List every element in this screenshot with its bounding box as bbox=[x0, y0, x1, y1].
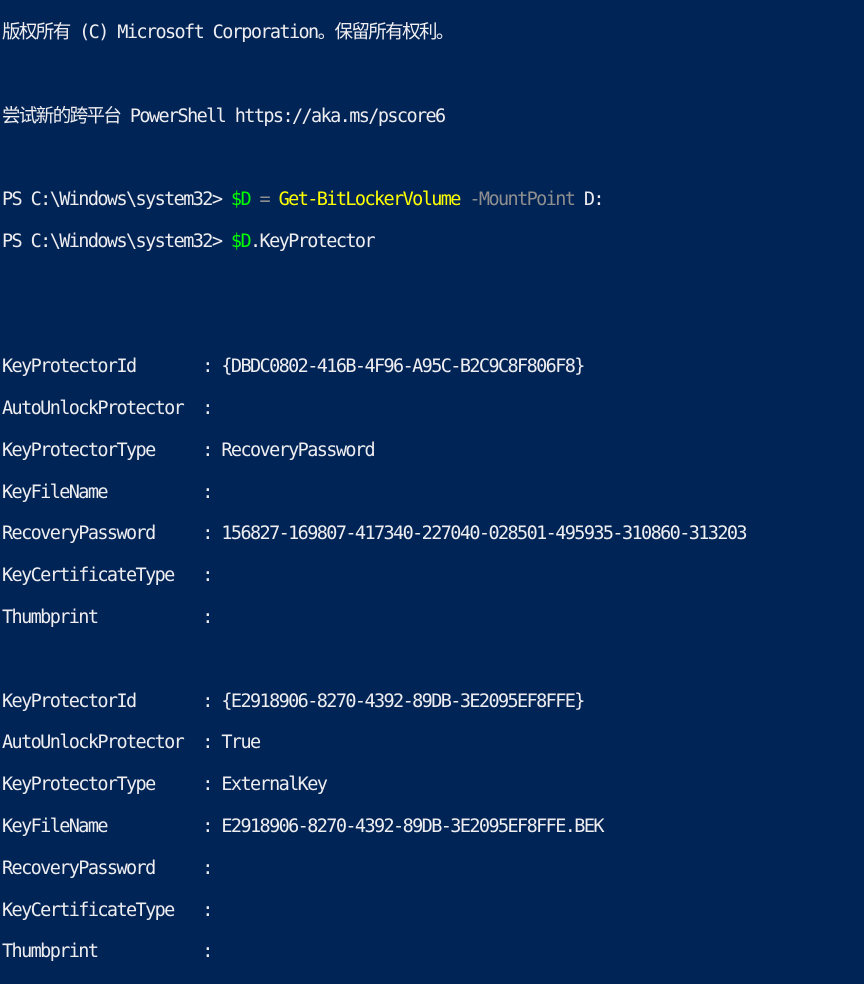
property-value: RecoveryPassword bbox=[221, 439, 375, 461]
variable-token: $D bbox=[230, 189, 252, 211]
property-label: KeyProtectorType : bbox=[2, 439, 222, 461]
property-label: Thumbprint : bbox=[2, 607, 222, 629]
output-row: KeyProtectorType : RecoveryPassword bbox=[2, 439, 864, 462]
command-line-1: PS C:\Windows\system32> $D = Get-BitLock… bbox=[2, 189, 864, 211]
property-label: KeyProtectorId : bbox=[2, 690, 222, 712]
property-label: KeyFileName : bbox=[2, 481, 222, 503]
output-row: RecoveryPassword : bbox=[2, 857, 864, 880]
output-row: KeyCertificateType : bbox=[2, 899, 864, 922]
property-label: RecoveryPassword : bbox=[2, 857, 222, 879]
operator-token: = bbox=[250, 189, 279, 211]
property-label: AutoUnlockProtector : bbox=[2, 732, 222, 754]
try-new-powershell-line: 尝试新的跨平台 PowerShell https://aka.ms/pscore… bbox=[2, 105, 446, 127]
output-row: KeyProtectorId : {DBDC0802-416B-4F96-A95… bbox=[2, 356, 864, 378]
property-label: KeyProtectorId : bbox=[2, 356, 222, 378]
output-row: AutoUnlockProtector : True bbox=[2, 733, 864, 754]
variable-token: $D bbox=[230, 230, 252, 252]
property-value: {E2918906-8270-4392-89DB-3E2095EF8FFE} bbox=[221, 690, 585, 712]
property-value: True bbox=[221, 732, 261, 754]
property-label: AutoUnlockProtector : bbox=[2, 398, 222, 420]
prompt: PS C:\Windows\system32> bbox=[2, 230, 231, 252]
property-label: RecoveryPassword : bbox=[2, 523, 222, 545]
property-value: 156827-169807-417340-227040-028501-49593… bbox=[221, 523, 747, 545]
output-row: Thumbprint : bbox=[2, 941, 864, 963]
output-row: KeyFileName : bbox=[2, 481, 864, 504]
output-row: KeyProtectorType : ExternalKey bbox=[2, 774, 864, 796]
cmdlet-token: Get-BitLockerVolume bbox=[278, 189, 462, 211]
prompt: PS C:\Windows\system32> bbox=[2, 189, 231, 211]
output-row: KeyProtectorId : {E2918906-8270-4392-89D… bbox=[2, 690, 864, 713]
property-value: E2918906-8270-4392-89DB-3E2095EF8FFE.BEK bbox=[221, 816, 604, 838]
parameter-token: -MountPoint bbox=[459, 189, 576, 211]
argument-token: D: bbox=[574, 189, 605, 211]
powershell-console[interactable]: 版权所有 (C) Microsoft Corporation。保留所有权利。 尝… bbox=[0, 0, 864, 962]
property-label: KeyFileName : bbox=[2, 816, 222, 838]
property-value: ExternalKey bbox=[221, 774, 328, 796]
output-row: KeyFileName : E2918906-8270-4392-89DB-3E… bbox=[2, 816, 864, 838]
property-label: KeyCertificateType : bbox=[2, 899, 222, 921]
property-value: {DBDC0802-416B-4F96-A95C-B2C9C8F806F8} bbox=[221, 356, 585, 378]
output-row: AutoUnlockProtector : bbox=[2, 398, 864, 420]
command-line-2: PS C:\Windows\system32> $D.KeyProtector bbox=[2, 230, 864, 253]
output-row: RecoveryPassword : 156827-169807-417340-… bbox=[2, 524, 864, 545]
property-label: Thumbprint : bbox=[2, 941, 222, 963]
member-token: .KeyProtector bbox=[250, 230, 376, 252]
property-label: KeyProtectorType : bbox=[2, 774, 222, 796]
output-row: KeyCertificateType : bbox=[2, 565, 864, 587]
copyright-line: 版权所有 (C) Microsoft Corporation。保留所有权利。 bbox=[2, 21, 454, 43]
property-label: KeyCertificateType : bbox=[2, 565, 222, 587]
output-row: Thumbprint : bbox=[2, 607, 864, 629]
